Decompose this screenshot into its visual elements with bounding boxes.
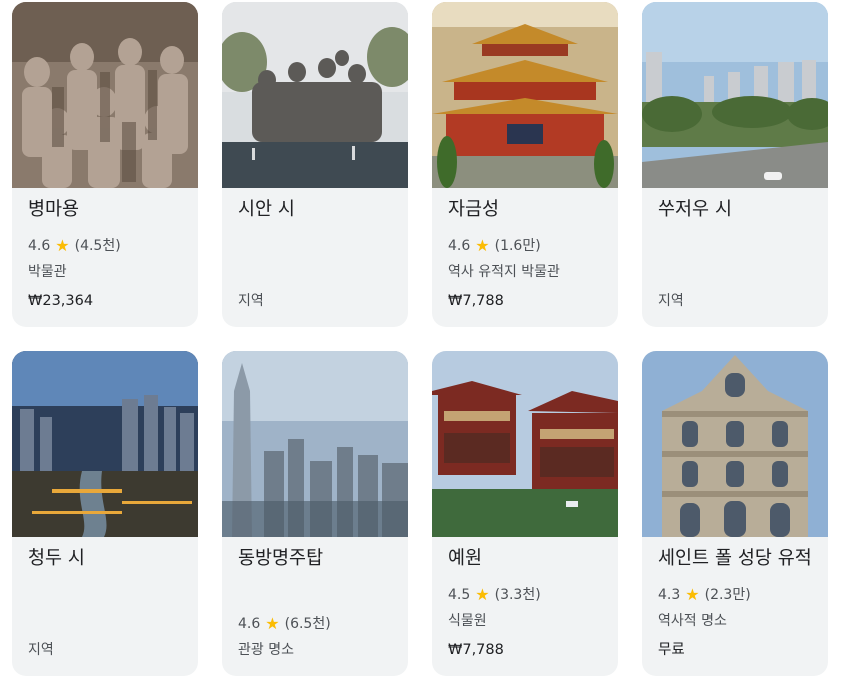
place-price: ₩7,788 [448, 642, 504, 658]
suzhou-city-skyline-photo [642, 2, 828, 188]
review-count: (6.5천) [284, 616, 331, 632]
place-card-yu-garden[interactable]: 예원 4.5 ★ (3.3천) 식물원 ₩7,788 [432, 351, 618, 676]
place-card-xian[interactable]: 시안 시 지역 [222, 2, 408, 327]
place-card-oriental-pearl[interactable]: 동방명주탑 4.6 ★ (6.5천) 관광 명소 [222, 351, 408, 676]
star-icon: ★ [685, 585, 700, 604]
place-title: 시안 시 [238, 199, 295, 220]
place-card-forbidden-city[interactable]: 자금성 4.6 ★ (1.6만) 역사 유적지 박물관 ₩7,788 [432, 2, 618, 327]
review-count: (2.3만) [704, 587, 751, 603]
rating-value: 4.3 [658, 587, 681, 603]
place-price: ₩23,364 [28, 293, 94, 309]
forbidden-city-photo [432, 2, 618, 188]
place-category: 관광 명소 [238, 642, 294, 658]
place-title: 병마용 [28, 199, 80, 220]
rating-row: 4.5 ★ (3.3천) [448, 585, 541, 605]
place-price: 무료 [658, 642, 685, 658]
rating-row: 4.6 ★ (6.5천) [238, 614, 331, 634]
place-category: 역사적 명소 [658, 613, 727, 629]
place-card-suzhou[interactable]: 쑤저우 시 지역 [642, 2, 828, 327]
star-icon: ★ [265, 614, 280, 633]
rating-row: 4.3 ★ (2.3만) [658, 585, 751, 605]
place-title: 세인트 폴 성당 유적 [658, 548, 812, 569]
review-count: (4.5천) [74, 238, 121, 254]
star-icon: ★ [475, 585, 490, 604]
place-card-terracotta-warriors[interactable]: 병마용 4.6 ★ (4.5천) 박물관 ₩23,364 [12, 2, 198, 327]
place-price: ₩7,788 [448, 293, 504, 309]
rating-row: 4.6 ★ (4.5천) [28, 236, 121, 256]
rating-value: 4.6 [448, 238, 471, 254]
place-category: 지역 [28, 642, 54, 658]
rating-value: 4.6 [28, 238, 51, 254]
ruins-of-st-paul-photo [642, 351, 828, 537]
place-card-grid: 병마용 4.6 ★ (4.5천) 박물관 ₩23,364 시안 시 지역 자금성… [0, 0, 848, 679]
rating-row: 4.6 ★ (1.6만) [448, 236, 541, 256]
place-category: 지역 [238, 293, 264, 309]
chengdu-city-night-photo [12, 351, 198, 537]
place-title: 쑤저우 시 [658, 199, 732, 220]
rating-value: 4.6 [238, 616, 261, 632]
xian-city-statues-photo [222, 2, 408, 188]
place-category: 지역 [658, 293, 684, 309]
rating-value: 4.5 [448, 587, 471, 603]
place-category: 역사 유적지 박물관 [448, 264, 560, 280]
terracotta-warriors-photo [12, 2, 198, 188]
oriental-pearl-tower-photo [222, 351, 408, 537]
yu-garden-photo [432, 351, 618, 537]
place-card-st-paul-ruins[interactable]: 세인트 폴 성당 유적 4.3 ★ (2.3만) 역사적 명소 무료 [642, 351, 828, 676]
place-title: 동방명주탑 [238, 548, 324, 569]
place-title: 청두 시 [28, 548, 85, 569]
place-card-chengdu[interactable]: 청두 시 지역 [12, 351, 198, 676]
place-category: 식물원 [448, 613, 487, 629]
review-count: (3.3천) [494, 587, 541, 603]
star-icon: ★ [475, 236, 490, 255]
place-title: 예원 [448, 548, 483, 569]
star-icon: ★ [55, 236, 70, 255]
place-title: 자금성 [448, 199, 500, 220]
review-count: (1.6만) [494, 238, 541, 254]
place-category: 박물관 [28, 264, 67, 280]
